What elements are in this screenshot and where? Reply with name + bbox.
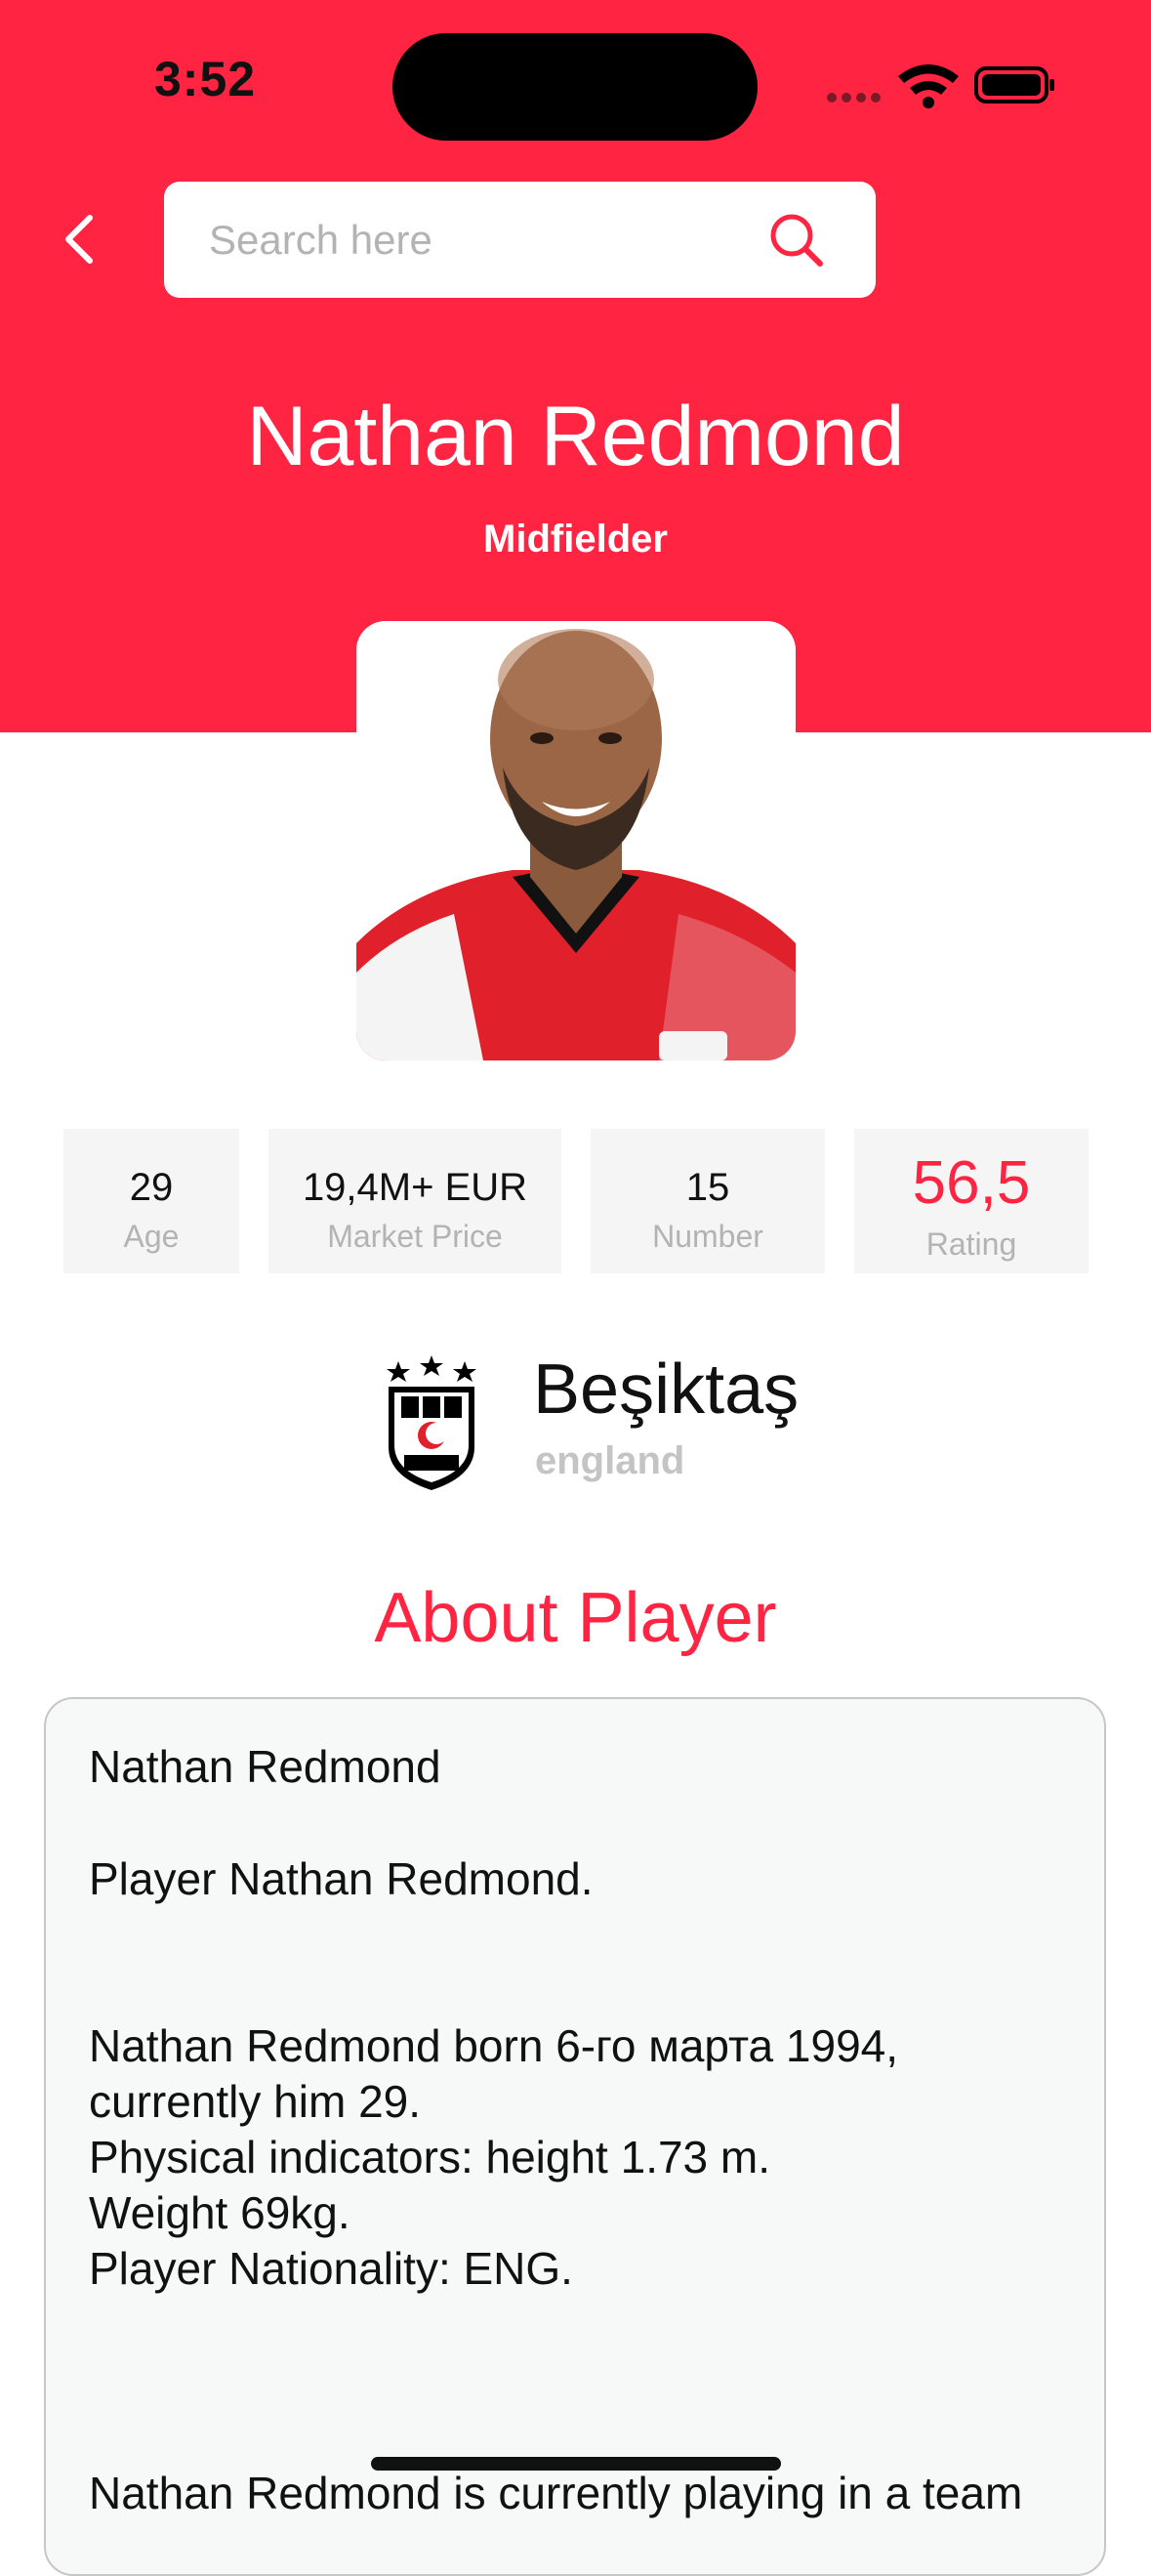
search-bar xyxy=(164,182,876,298)
about-title: About Player xyxy=(374,1579,777,1657)
battery-icon xyxy=(974,66,1054,104)
home-indicator[interactable] xyxy=(371,2457,781,2471)
stat-number-value: 15 xyxy=(685,1166,730,1209)
wifi-icon xyxy=(898,64,959,108)
player-name: Nathan Redmond xyxy=(246,390,905,483)
about-line: Player Nathan Redmond. xyxy=(89,1853,594,1904)
status-time: 3:52 xyxy=(154,52,257,106)
about-line: Nathan Redmond xyxy=(89,1741,441,1792)
stat-age-value: 29 xyxy=(129,1166,174,1209)
club-logo xyxy=(387,1355,476,1490)
stat-market-price-value: 19,4M+ EUR xyxy=(302,1166,528,1209)
stat-rating-label: Rating xyxy=(925,1226,1017,1262)
stat-rating: 56,5 Rating xyxy=(854,1129,1089,1273)
player-photo xyxy=(356,621,796,1060)
stat-age-label: Age xyxy=(123,1219,180,1254)
search-input[interactable] xyxy=(209,182,756,298)
about-line: Physical indicators: height 1.73 m. xyxy=(89,2132,771,2182)
stat-market-price: 19,4M+ EUR Market Price xyxy=(268,1129,561,1273)
search-icon[interactable] xyxy=(767,211,826,270)
stat-market-price-label: Market Price xyxy=(327,1219,503,1254)
about-line: Weight 69kg. xyxy=(89,2187,350,2238)
dynamic-island xyxy=(392,33,758,141)
club-name: Beşiktaş xyxy=(533,1350,800,1429)
about-line: currently him 29. xyxy=(89,2076,422,2127)
club-country: england xyxy=(535,1439,685,1482)
chevron-left-icon xyxy=(65,215,93,264)
stat-number-label: Number xyxy=(652,1219,763,1254)
about-line: Player Nationality: ENG. xyxy=(89,2243,573,2294)
stat-number: 15 Number xyxy=(591,1129,825,1273)
player-position: Midfielder xyxy=(483,518,668,561)
about-line: Nathan Redmond born 6-го марта 1994, xyxy=(89,2020,899,2071)
signal-icon xyxy=(827,93,881,103)
stat-age: 29 Age xyxy=(63,1129,239,1273)
about-line: Nathan Redmond is currently playing in a… xyxy=(89,2468,1023,2518)
stat-rating-value: 56,5 xyxy=(912,1149,1031,1217)
about-player-box: Nathan Redmond Player Nathan Redmond. Na… xyxy=(44,1697,1106,2576)
status-icons xyxy=(827,64,1054,108)
back-button[interactable] xyxy=(49,205,107,273)
